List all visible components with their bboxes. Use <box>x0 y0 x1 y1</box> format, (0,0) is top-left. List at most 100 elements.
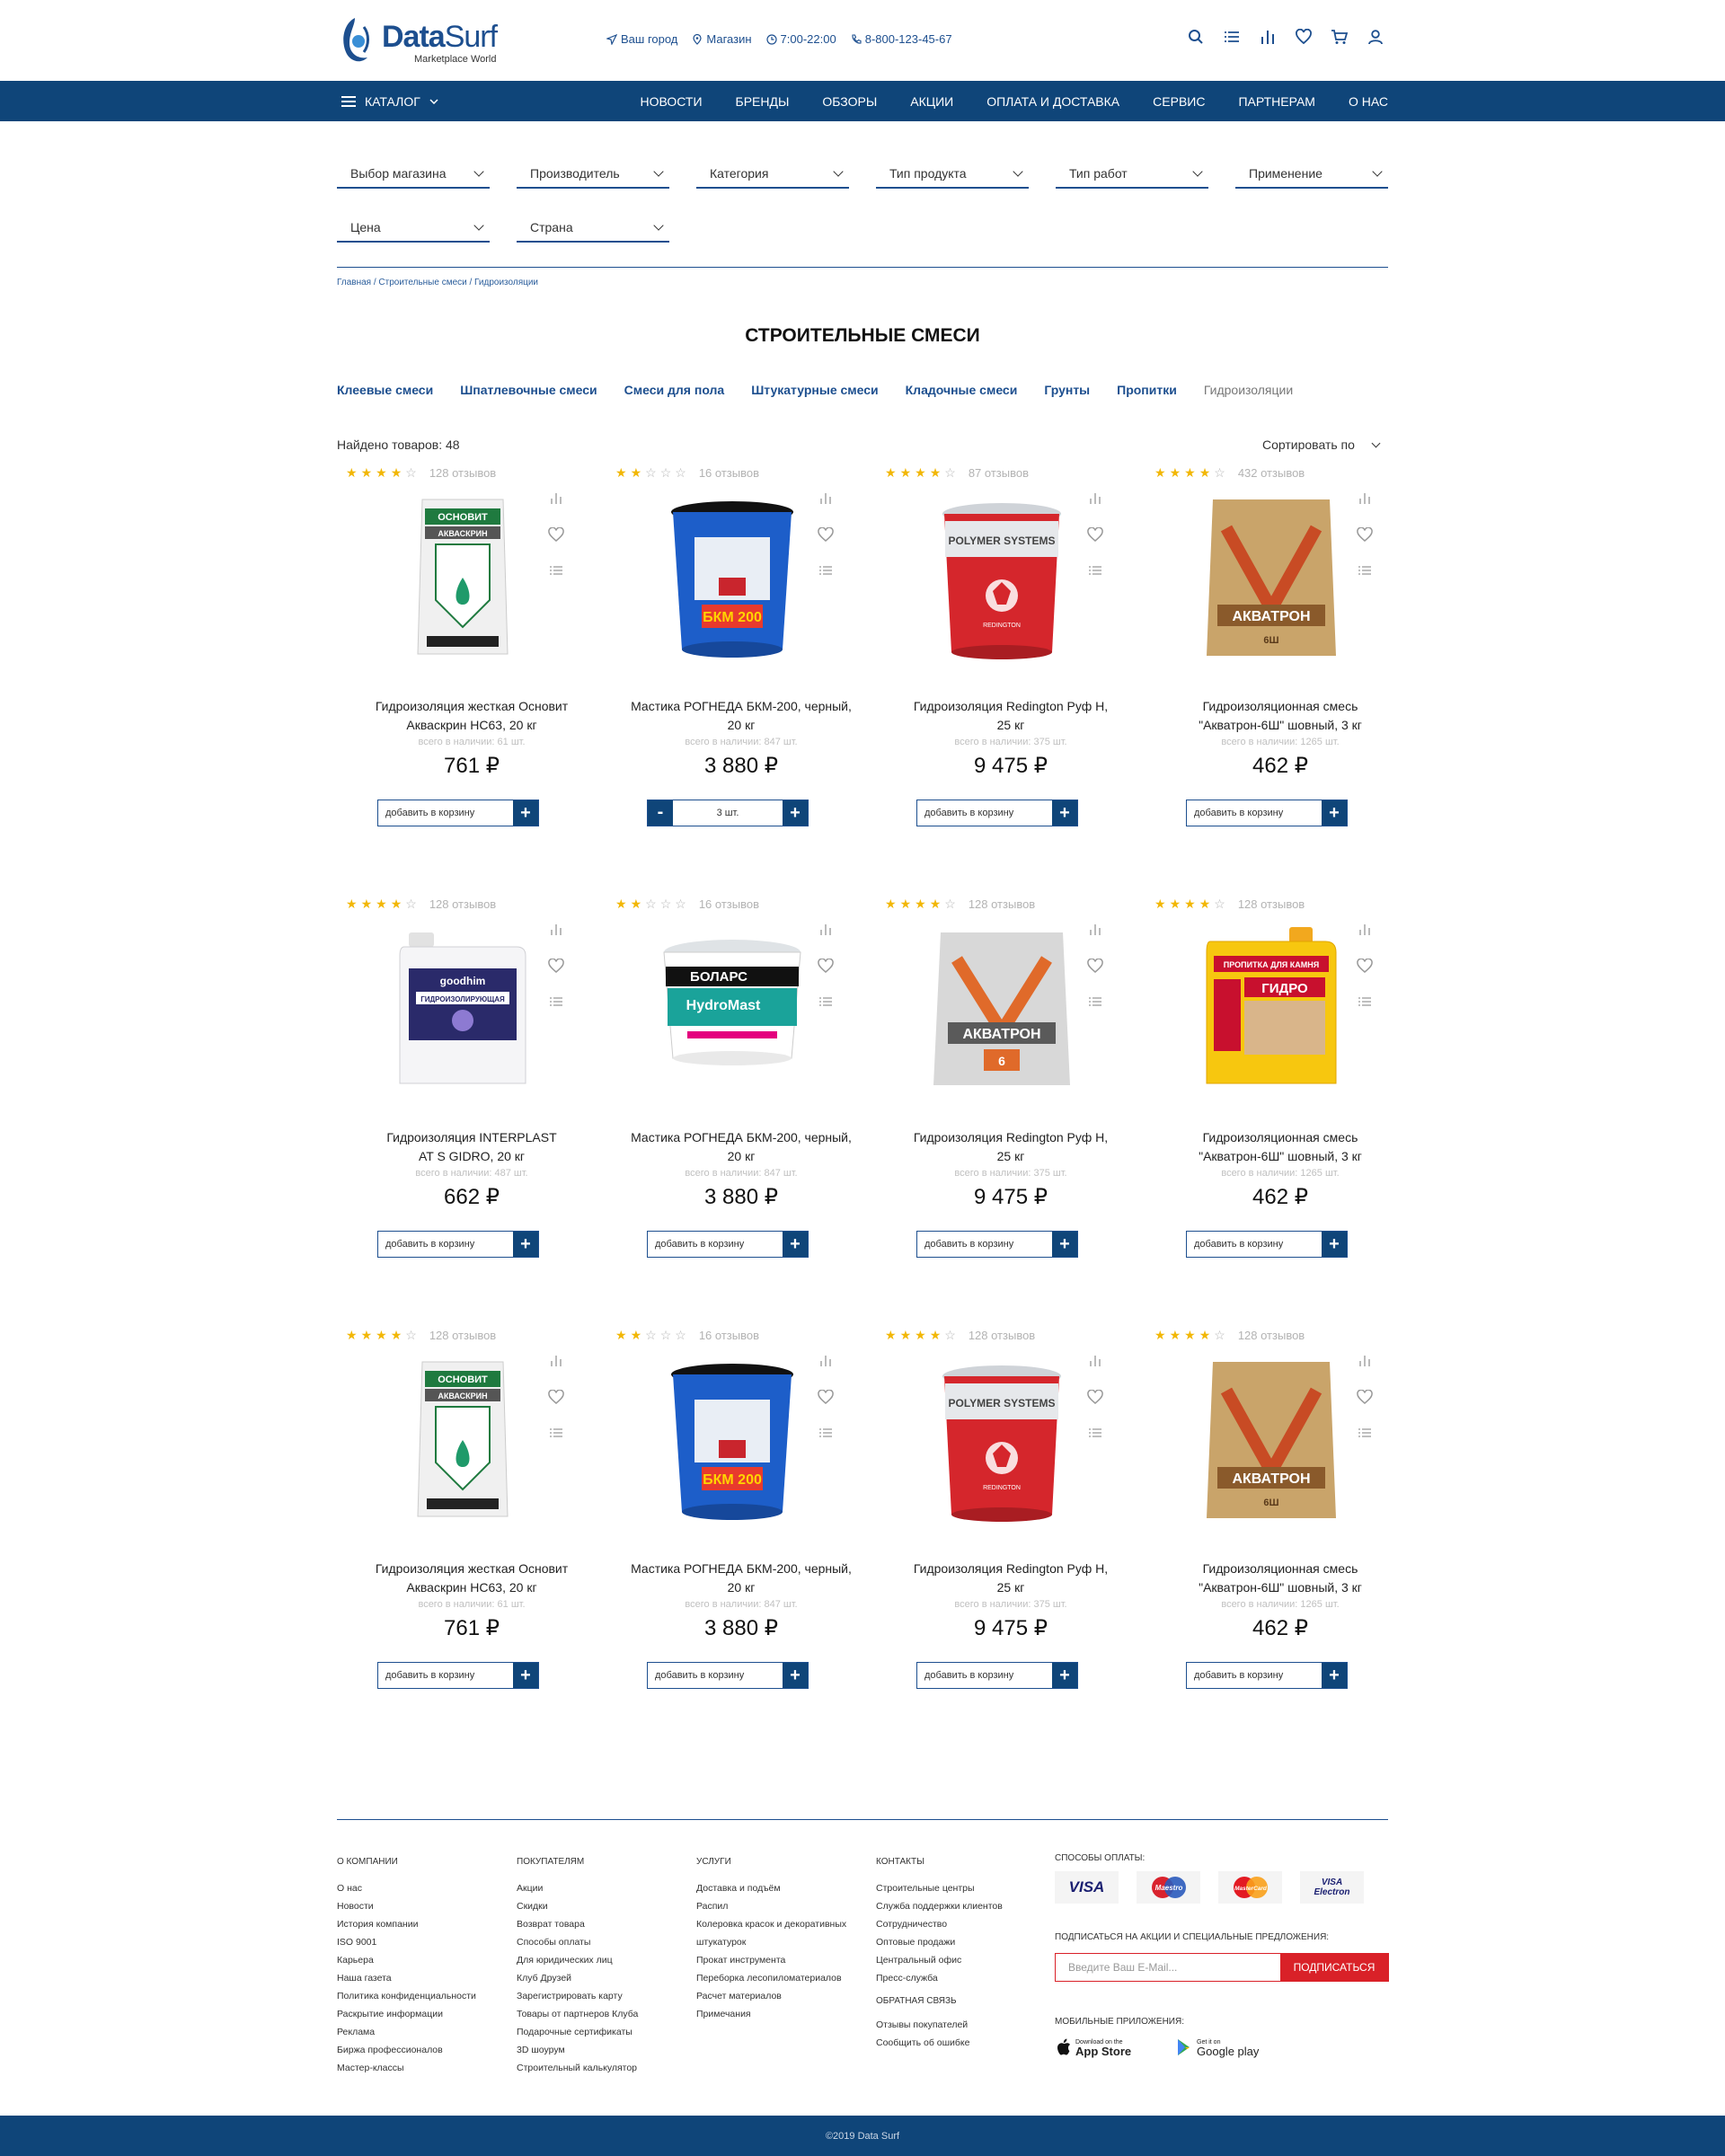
product-image[interactable]: goodhim ГИДРОИЗОЛИРУЮЩАЯ <box>382 923 544 1094</box>
catalog-button[interactable]: КАТАЛОГ <box>341 81 438 121</box>
footer-link[interactable]: Сообщить об ошибке <box>876 2034 1003 2052</box>
footer-link[interactable]: Зарегистрировать карту <box>517 1987 638 2005</box>
city-selector[interactable]: Ваш город <box>606 32 677 46</box>
plus-button[interactable]: + <box>513 1232 538 1257</box>
footer-link[interactable]: Способы оплаты <box>517 1933 638 1951</box>
product-name[interactable]: Гидроизоляция жесткая Основит Акваскрин Н… <box>337 697 606 735</box>
footer-link[interactable]: Раскрытие информации <box>337 2005 476 2023</box>
product-card[interactable]: ★ ★ ★ ★ ☆ 128 отзывов ПРОПИТКА ДЛЯ КАМНЯ ГИДРО… <box>1146 897 1415 1292</box>
nav-item-promotions[interactable]: Акции <box>910 94 953 109</box>
add-to-cart[interactable]: добавить в корзину + <box>1186 1662 1348 1689</box>
product-name[interactable]: Мастика РОГНЕДА БКМ-200, черный, 20 кг <box>606 1560 876 1597</box>
list-icon[interactable] <box>1357 1425 1373 1441</box>
list-icon[interactable] <box>548 994 564 1010</box>
heart-icon[interactable] <box>818 958 834 974</box>
add-to-cart[interactable]: добавить в корзину + <box>377 800 539 826</box>
footer-link[interactable]: О нас <box>337 1879 476 1897</box>
list-icon[interactable] <box>548 1425 564 1441</box>
footer-link[interactable]: Колеровка красок и декоративных <box>696 1915 846 1933</box>
tab-impregnations[interactable]: Пропитки <box>1117 383 1177 397</box>
tab-adhesive[interactable]: Клеевые смеси <box>337 383 433 397</box>
product-card[interactable]: ★ ★ ★ ★ ☆ 87 отзывов POLYMER SYSTEMS REDINGTON… <box>876 465 1146 861</box>
compare-chart-icon[interactable] <box>1357 922 1373 938</box>
filter-store[interactable]: Выбор магазина <box>337 160 490 189</box>
footer-link[interactable]: История компании <box>337 1915 476 1933</box>
app-store-badge[interactable]: Download on the App Store <box>1055 2033 1131 2062</box>
product-image[interactable]: АКВАТРОН 6Ш <box>1190 492 1352 663</box>
product-card[interactable]: ★ ★ ★ ★ ☆ 128 отзывов АКВАТРОН 6Ш Гидроизоляци… <box>1146 1328 1415 1723</box>
list-icon[interactable] <box>1357 562 1373 579</box>
plus-button[interactable]: + <box>1322 1663 1347 1688</box>
heart-icon[interactable] <box>548 1389 564 1405</box>
quantity-value[interactable]: 3 шт. <box>673 808 783 818</box>
add-to-cart[interactable]: добавить в корзину + <box>647 1231 809 1258</box>
footer-link[interactable]: Служба поддержки клиентов <box>876 1897 1003 1915</box>
minus-button[interactable]: - <box>648 800 673 826</box>
product-name[interactable]: Мастика РОГНЕДА БКМ-200, черный, 20 кг <box>606 697 876 735</box>
email-field[interactable]: Введите Ваш E-Mail... <box>1056 1954 1280 1981</box>
product-card[interactable]: ★ ★ ★ ★ ☆ 128 отзывов ОСНОВИТ АКВАСКРИН Гидрои… <box>337 1328 606 1723</box>
plus-button[interactable]: + <box>1052 1663 1077 1688</box>
list-icon[interactable] <box>818 1425 834 1441</box>
product-name[interactable]: Гидроизоляционная смесь "Акватрон-6Ш" шов… <box>1146 1560 1415 1597</box>
plus-button[interactable]: + <box>1322 1232 1347 1257</box>
product-image[interactable]: АКВАТРОН 6Ш <box>1190 1355 1352 1525</box>
plus-button[interactable]: + <box>513 1663 538 1688</box>
nav-item-partners[interactable]: Партнерам <box>1238 94 1315 109</box>
tab-waterproofing[interactable]: Гидроизоляции <box>1204 383 1293 397</box>
list-icon[interactable] <box>1087 994 1103 1010</box>
footer-link[interactable]: Клуб Друзей <box>517 1969 638 1987</box>
search-icon[interactable] <box>1186 27 1206 47</box>
tab-plaster[interactable]: Штукатурные смеси <box>751 383 878 397</box>
tab-putty[interactable]: Шпатлевочные смеси <box>460 383 597 397</box>
review-count[interactable]: 16 отзывов <box>699 1329 759 1342</box>
compare-chart-icon[interactable] <box>1357 1353 1373 1369</box>
tab-floor[interactable]: Смеси для пола <box>624 383 725 397</box>
product-name[interactable]: Гидроизоляция Redington Руф Н, 25 кг <box>876 1560 1146 1597</box>
review-count[interactable]: 16 отзывов <box>699 897 759 911</box>
footer-link[interactable]: Расчет материалов <box>696 1987 846 2005</box>
footer-link[interactable]: Подарочные сертификаты <box>517 2023 638 2041</box>
heart-icon[interactable] <box>548 526 564 543</box>
heart-icon[interactable] <box>1294 27 1314 47</box>
list-icon[interactable] <box>1087 562 1103 579</box>
review-count[interactable]: 128 отзывов <box>429 1329 496 1342</box>
review-count[interactable]: 87 отзывов <box>969 466 1029 480</box>
compare-chart-icon[interactable] <box>548 490 564 507</box>
compare-chart-icon[interactable] <box>818 1353 834 1369</box>
review-count[interactable]: 128 отзывов <box>429 897 496 911</box>
filter-work-type[interactable]: Тип работ <box>1056 160 1208 189</box>
footer-link[interactable]: штукатурок <box>696 1933 846 1951</box>
product-name[interactable]: Гидроизоляция жесткая Основит Акваскрин Н… <box>337 1560 606 1597</box>
nav-item-payment-delivery[interactable]: Оплата и доставка <box>986 94 1119 109</box>
product-image[interactable]: ОСНОВИТ АКВАСКРИН <box>382 492 544 663</box>
footer-link[interactable]: Сотрудничество <box>876 1915 1003 1933</box>
footer-link[interactable]: Наша газета <box>337 1969 476 1987</box>
heart-icon[interactable] <box>1087 958 1103 974</box>
heart-icon[interactable] <box>1357 1389 1373 1405</box>
add-to-cart[interactable]: добавить в корзину + <box>916 1662 1078 1689</box>
product-image[interactable]: АКВАТРОН 6 <box>921 923 1083 1094</box>
compare-chart-icon[interactable] <box>1357 490 1373 507</box>
compare-chart-icon[interactable] <box>818 490 834 507</box>
product-card[interactable]: ★ ★ ★ ★ ☆ 128 отзывов POLYMER SYSTEMS REDINGTO… <box>876 1328 1146 1723</box>
product-card[interactable]: ★ ★ ★ ★ ☆ 432 отзывов АКВАТРОН 6Ш Гидроизоляци… <box>1146 465 1415 861</box>
product-card[interactable]: ★ ★ ☆ ☆ ☆ 16 отзывов БКМ 200 Мастика РОГНЕДА … <box>606 465 876 861</box>
product-name[interactable]: Мастика РОГНЕДА БКМ-200, черный, 20 кг <box>606 1128 876 1166</box>
footer-link[interactable]: Реклама <box>337 2023 476 2041</box>
tab-primers[interactable]: Грунты <box>1044 383 1090 397</box>
footer-link[interactable]: Новости <box>337 1897 476 1915</box>
tab-masonry[interactable]: Кладочные смеси <box>906 383 1018 397</box>
plus-button[interactable]: + <box>783 800 808 826</box>
heart-icon[interactable] <box>1357 526 1373 543</box>
footer-link[interactable]: Распил <box>696 1897 846 1915</box>
add-to-cart[interactable]: добавить в корзину + <box>916 1231 1078 1258</box>
add-to-cart[interactable]: добавить в корзину + <box>377 1662 539 1689</box>
product-image[interactable]: ОСНОВИТ АКВАСКРИН <box>382 1355 544 1525</box>
heart-icon[interactable] <box>818 526 834 543</box>
footer-link[interactable]: Примечания <box>696 2005 846 2023</box>
footer-link[interactable]: Для юридических лиц <box>517 1951 638 1969</box>
user-icon[interactable] <box>1366 27 1385 47</box>
filter-category[interactable]: Категория <box>696 160 849 189</box>
footer-link[interactable]: ISO 9001 <box>337 1933 476 1951</box>
